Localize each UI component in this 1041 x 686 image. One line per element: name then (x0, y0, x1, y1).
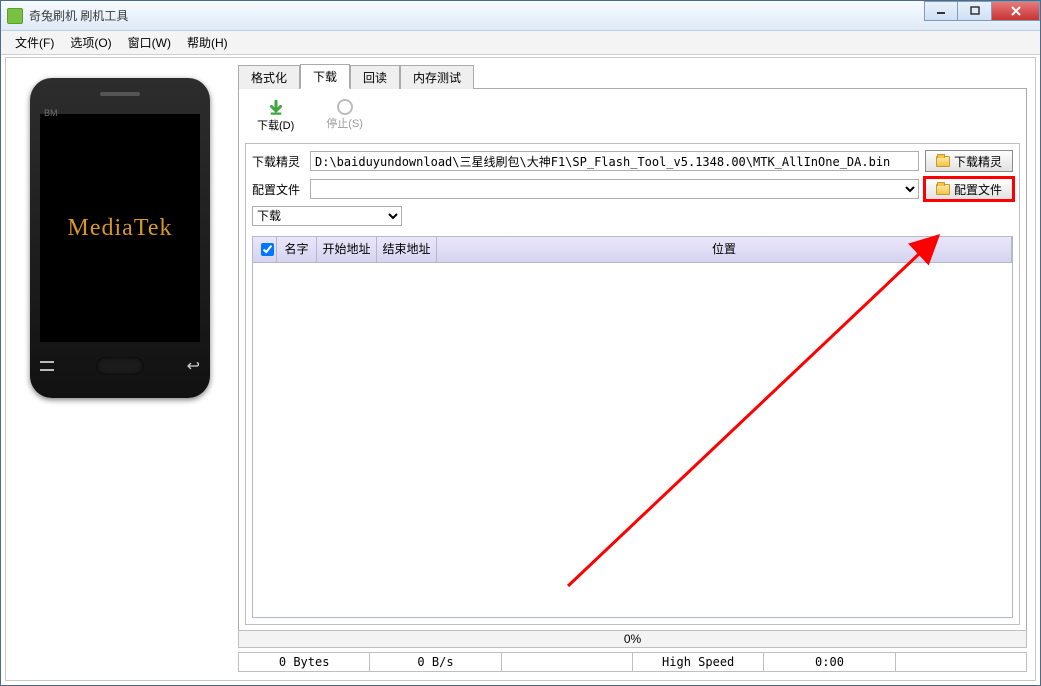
maximize-button[interactable] (958, 1, 992, 21)
config-label: 配置文件 (252, 181, 304, 198)
status-zone: 0% 0 Bytes 0 B/s High Speed 0:00 (238, 626, 1027, 672)
progress-text: 0% (624, 632, 641, 646)
status-mode: High Speed (633, 653, 764, 671)
config-panel: 下载精灵 下载精灵 配置文件 (245, 143, 1020, 625)
mode-select[interactable]: 下载 (252, 206, 402, 226)
status-empty1 (502, 653, 633, 671)
header-start: 开始地址 (317, 237, 377, 262)
header-name: 名字 (277, 237, 317, 262)
body-area: BM MediaTek ↩ 格式化 下载 回读 内存测试 (5, 57, 1036, 681)
stop-button-label: 停止(S) (326, 115, 363, 131)
status-bytes: 0 Bytes (239, 653, 370, 671)
window-controls (924, 1, 1040, 21)
workspace: 格式化 下载 回读 内存测试 下载(D) 停止(S (238, 66, 1027, 672)
tab-download[interactable]: 下载 (300, 64, 350, 89)
table-header: 名字 开始地址 结束地址 位置 (253, 237, 1012, 263)
tab-format[interactable]: 格式化 (238, 65, 300, 89)
toolbar: 下载(D) 停止(S) (245, 95, 1020, 143)
folder-icon (936, 156, 950, 167)
minimize-button[interactable] (924, 1, 958, 21)
wizard-browse-label: 下载精灵 (954, 153, 1002, 170)
phone-back-icon: ↩ (187, 356, 200, 376)
wizard-browse-button[interactable]: 下载精灵 (925, 150, 1013, 172)
download-button-label: 下载(D) (257, 117, 294, 133)
app-icon (7, 8, 23, 24)
config-browse-button[interactable]: 配置文件 (925, 178, 1013, 200)
phone-bm-label: BM (44, 108, 58, 118)
phone-nav: ↩ (40, 356, 200, 376)
wizard-path-input[interactable] (310, 151, 919, 171)
status-empty2 (896, 653, 1026, 671)
status-time: 0:00 (764, 653, 895, 671)
phone-illustration: BM MediaTek ↩ (30, 78, 210, 398)
phone-brand: MediaTek (68, 215, 173, 242)
menu-help[interactable]: 帮助(H) (179, 34, 236, 51)
menu-window[interactable]: 窗口(W) (120, 34, 179, 51)
tab-page-download: 下载(D) 停止(S) 下载精灵 下载精灵 (238, 88, 1027, 634)
status-bar: 0 Bytes 0 B/s High Speed 0:00 (238, 652, 1027, 672)
window-title: 奇兔刷机 刷机工具 (29, 7, 128, 24)
menu-options[interactable]: 选项(O) (62, 34, 119, 51)
menu-file[interactable]: 文件(F) (7, 34, 62, 51)
download-arrow-icon (267, 99, 285, 117)
phone-menu-icon (40, 361, 54, 371)
config-browse-label: 配置文件 (954, 181, 1002, 198)
titlebar: 奇兔刷机 刷机工具 (1, 1, 1040, 31)
tab-memtest[interactable]: 内存测试 (400, 65, 474, 89)
phone-panel: BM MediaTek ↩ (6, 58, 231, 680)
header-end: 结束地址 (377, 237, 437, 262)
folder-icon (936, 184, 950, 195)
partition-table[interactable]: 名字 开始地址 结束地址 位置 (252, 236, 1013, 618)
config-path-select[interactable] (310, 179, 919, 199)
config-row: 配置文件 配置文件 (252, 178, 1013, 200)
select-all-checkbox[interactable] (261, 243, 274, 256)
header-checkbox[interactable] (253, 237, 277, 262)
phone-home-icon (96, 357, 144, 375)
app-window: 奇兔刷机 刷机工具 文件(F) 选项(O) 窗口(W) 帮助(H) BM (0, 0, 1041, 686)
phone-screen: MediaTek (40, 114, 200, 342)
close-button[interactable] (992, 1, 1040, 21)
menubar: 文件(F) 选项(O) 窗口(W) 帮助(H) (1, 31, 1040, 55)
stop-button[interactable]: 停止(S) (326, 99, 363, 133)
phone-speaker-icon (100, 92, 140, 96)
header-location: 位置 (437, 237, 1012, 262)
status-speed: 0 B/s (370, 653, 501, 671)
stop-icon (337, 99, 353, 115)
wizard-row: 下载精灵 下载精灵 (252, 150, 1013, 172)
mode-row: 下载 (252, 206, 1013, 226)
tab-readback[interactable]: 回读 (350, 65, 400, 89)
download-button[interactable]: 下载(D) (257, 99, 294, 133)
progress-bar: 0% (238, 630, 1027, 648)
tab-strip: 格式化 下载 回读 内存测试 (238, 66, 1027, 88)
wizard-label: 下载精灵 (252, 153, 304, 170)
